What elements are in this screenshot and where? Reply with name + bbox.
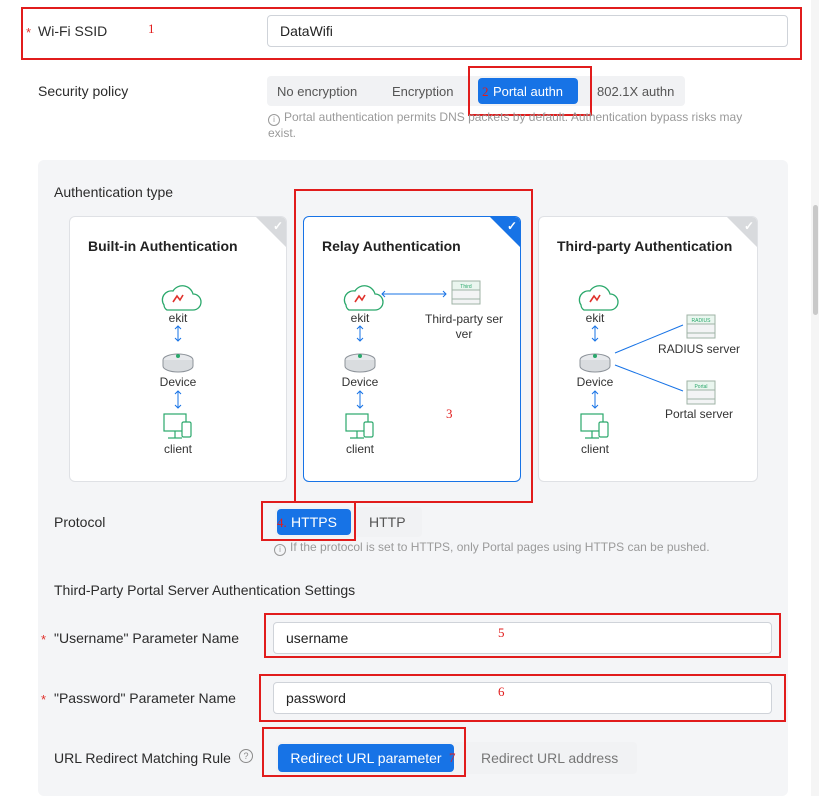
password-param-label: "Password" Parameter Name <box>54 690 236 706</box>
client-icon <box>580 413 609 439</box>
arrow-icon <box>174 325 182 342</box>
protocol-segmented: HTTPS HTTP <box>275 507 422 537</box>
annotation-number-1: 1 <box>148 21 155 36</box>
help-icon[interactable]: ? <box>239 749 253 763</box>
protocol-label: Protocol <box>54 514 106 530</box>
card-builtin-auth[interactable]: ✓ Built-in Authentication ekit Device cl… <box>69 216 287 482</box>
annotation-number-5: 5 <box>498 625 505 640</box>
card-third-party-auth[interactable]: ✓ Third-party Authentication RADIUS Port… <box>538 216 758 482</box>
scrollbar-track[interactable] <box>811 0 819 796</box>
protocol-option-https[interactable]: HTTPS <box>277 509 351 535</box>
node-device: Device <box>576 375 614 389</box>
node-ekit: ekit <box>585 311 605 325</box>
security-option-8021x-authn[interactable]: 802.1X authn <box>597 84 674 99</box>
arrow-icon <box>174 390 182 409</box>
server-icon: Third <box>451 280 481 305</box>
protocol-option-http[interactable]: HTTP <box>369 514 406 530</box>
arrow-icon <box>356 325 364 342</box>
protocol-hint-text: If the protocol is set to HTTPS, only Po… <box>290 540 710 554</box>
redirect-option-url-address[interactable]: Redirect URL address <box>481 750 618 766</box>
node-radius-server: RADIUS server <box>657 342 740 356</box>
annotation-number-2: 2 <box>482 84 489 99</box>
client-icon <box>163 413 192 439</box>
node-ekit: ekit <box>350 311 370 325</box>
annotation-number-7: 7 <box>449 750 456 765</box>
cloud-icon <box>343 285 384 311</box>
node-device: Device <box>341 375 379 389</box>
node-device: Device <box>159 375 197 389</box>
username-param-label: "Username" Parameter Name <box>54 630 240 646</box>
node-third-party-server-cont: ver <box>455 327 473 341</box>
card-relay-auth[interactable]: ✓ Relay Authentication Third ekit Device… <box>303 216 521 482</box>
ssid-input[interactable]: DataWifi <box>267 15 788 47</box>
protocol-hint: i If the protocol is set to HTTPS, only P… <box>274 540 774 556</box>
device-icon <box>344 353 376 373</box>
annotation-number-3: 3 <box>446 406 453 421</box>
device-icon <box>579 353 611 373</box>
security-policy-segmented: No encryption Encryption Portal authn 80… <box>267 76 685 106</box>
cloud-icon <box>161 285 202 311</box>
security-hint-text: Portal authentication permits DNS packet… <box>268 110 743 140</box>
password-param-input[interactable]: password <box>273 682 772 714</box>
portal-settings-heading: Third-Party Portal Server Authentication… <box>54 582 356 598</box>
required-mark: * <box>26 25 32 40</box>
server-tag-radius: RADIUS <box>692 318 712 324</box>
scrollbar-thumb[interactable] <box>813 205 818 315</box>
node-ekit: ekit <box>168 311 188 325</box>
required-mark: * <box>41 692 47 707</box>
arrow-icon <box>614 324 684 392</box>
auth-type-label: Authentication type <box>54 184 174 200</box>
ssid-label: Wi-Fi SSID <box>38 23 108 39</box>
security-hint: i Portal authentication permits DNS packe… <box>268 110 768 141</box>
node-third-party-server: Third-party ser <box>424 312 504 326</box>
client-icon <box>345 413 374 439</box>
username-param-input[interactable]: username <box>273 622 772 654</box>
info-icon: i <box>274 544 286 556</box>
security-option-portal-authn[interactable]: Portal authn <box>478 78 578 104</box>
info-icon: i <box>268 114 280 126</box>
cloud-icon <box>578 285 619 311</box>
annotation-number-6: 6 <box>498 684 505 699</box>
server-icon: RADIUS <box>686 314 716 339</box>
server-tag-portal: Portal <box>694 384 707 390</box>
required-mark: * <box>41 632 47 647</box>
arrow-icon <box>356 390 364 409</box>
node-client: client <box>580 442 609 456</box>
device-icon <box>162 353 194 373</box>
arrow-icon <box>381 290 447 298</box>
node-portal-server: Portal server <box>664 407 734 421</box>
server-tag-third: Third <box>460 284 472 290</box>
arrow-icon <box>591 325 599 342</box>
server-icon: Portal <box>686 380 716 405</box>
security-option-no-encryption[interactable]: No encryption <box>277 84 357 99</box>
security-policy-label: Security policy <box>38 83 129 99</box>
node-client: client <box>163 442 192 456</box>
redirect-rule-segmented: Redirect URL parameter Redirect URL addr… <box>276 742 637 774</box>
node-client: client <box>345 442 374 456</box>
arrow-icon <box>591 390 599 409</box>
redirect-option-url-parameter[interactable]: Redirect URL parameter <box>278 744 454 772</box>
security-option-encryption[interactable]: Encryption <box>392 84 453 99</box>
redirect-rule-label: URL Redirect Matching Rule <box>54 750 231 766</box>
annotation-number-4: 4. <box>277 515 287 530</box>
